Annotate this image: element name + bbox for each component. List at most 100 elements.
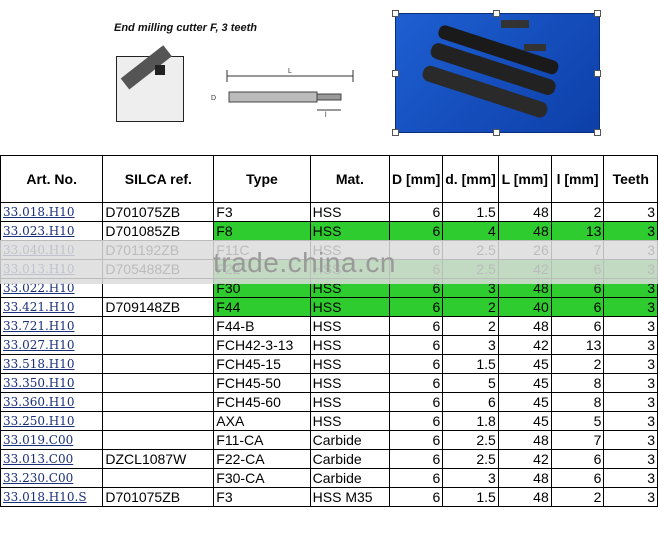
table-row[interactable]: 33.721.H10 F44-B HSS 6 2 48 6 3 [0, 316, 658, 336]
cell-D[interactable]: 6 [389, 487, 444, 507]
cell-mat[interactable]: HSS M35 [309, 487, 391, 507]
cell-art[interactable]: 33.027.H10 [0, 335, 104, 355]
cell-d[interactable]: 1.5 [442, 354, 499, 374]
cell-art[interactable]: 33.360.H10 [0, 392, 104, 412]
cell-L[interactable]: 48 [497, 316, 552, 336]
cell-silca[interactable] [102, 335, 215, 355]
cell-mat[interactable]: Carbide [309, 449, 391, 469]
cell-silca[interactable]: D701075ZB [102, 487, 215, 507]
cell-art[interactable]: 33.230.C00 [0, 468, 104, 488]
cell-D[interactable]: 6 [389, 411, 444, 431]
cell-silca[interactable]: D701075ZB [102, 202, 215, 222]
cell-silca[interactable] [102, 468, 215, 488]
cell-mat[interactable]: Carbide [309, 430, 391, 450]
cell-teeth[interactable]: 3 [603, 449, 658, 469]
column-header[interactable]: SILCA ref. [102, 155, 215, 203]
cell-l[interactable]: 2 [550, 202, 605, 222]
cell-type[interactable]: F11-CA [213, 430, 311, 450]
cell-l[interactable]: 6 [550, 449, 605, 469]
cell-type[interactable]: F44 [213, 297, 311, 317]
cell-teeth[interactable]: 3 [603, 468, 658, 488]
column-header[interactable]: l [mm] [550, 155, 605, 203]
cell-d[interactable]: 3 [442, 468, 499, 488]
cell-l[interactable]: 6 [550, 468, 605, 488]
cell-art[interactable]: 33.019.C00 [0, 430, 104, 450]
cell-silca[interactable] [102, 411, 215, 431]
resize-handle[interactable] [594, 10, 601, 17]
cell-l[interactable]: 8 [550, 392, 605, 412]
cell-L[interactable]: 48 [497, 221, 552, 241]
cell-silca[interactable]: D701085ZB [102, 221, 215, 241]
cell-type[interactable]: F8 [213, 221, 311, 241]
resize-handle[interactable] [594, 129, 601, 136]
cell-D[interactable]: 6 [389, 316, 444, 336]
cell-type[interactable]: FCH45-60 [213, 392, 311, 412]
cell-type[interactable]: F44-B [213, 316, 311, 336]
column-header[interactable]: d. [mm] [442, 155, 499, 203]
cell-l[interactable]: 5 [550, 411, 605, 431]
cell-type[interactable]: F3 [213, 202, 311, 222]
cell-art[interactable]: 33.721.H10 [0, 316, 104, 336]
cell-l[interactable]: 2 [550, 487, 605, 507]
cell-D[interactable]: 6 [389, 449, 444, 469]
cell-teeth[interactable]: 3 [603, 354, 658, 374]
cell-d[interactable]: 5 [442, 373, 499, 393]
cell-art[interactable]: 33.018.H10 [0, 202, 104, 222]
cell-art[interactable]: 33.018.H10.S [0, 487, 104, 507]
cell-l[interactable]: 6 [550, 316, 605, 336]
cell-l[interactable]: 6 [550, 297, 605, 317]
cell-L[interactable]: 48 [497, 430, 552, 450]
cell-teeth[interactable]: 3 [603, 373, 658, 393]
table-row[interactable]: 33.013.C00 DZCL1087W F22-CA Carbide 6 2.5 42 6 3 [0, 449, 658, 469]
cell-mat[interactable]: HSS [309, 354, 391, 374]
cell-d[interactable]: 3 [442, 335, 499, 355]
cell-mat[interactable]: HSS [309, 335, 391, 355]
cell-d[interactable]: 2.5 [442, 449, 499, 469]
cell-art[interactable]: 33.013.C00 [0, 449, 104, 469]
cell-mat[interactable]: HSS [309, 373, 391, 393]
column-header[interactable]: Art. No. [0, 155, 104, 203]
table-row[interactable]: 33.018.H10.S D701075ZB F3 HSS M35 6 1.5 48 2 3 [0, 487, 658, 507]
column-header[interactable]: Type [213, 155, 311, 203]
table-row[interactable]: 33.250.H10 AXA HSS 6 1.8 45 5 3 [0, 411, 658, 431]
cell-l[interactable]: 8 [550, 373, 605, 393]
cell-mat[interactable]: HSS [309, 202, 391, 222]
cell-d[interactable]: 2 [442, 316, 499, 336]
cell-L[interactable]: 40 [497, 297, 552, 317]
table-row[interactable]: 33.019.C00 F11-CA Carbide 6 2.5 48 7 3 [0, 430, 658, 450]
cell-L[interactable]: 48 [497, 468, 552, 488]
cell-d[interactable]: 2.5 [442, 430, 499, 450]
cell-type[interactable]: FCH45-50 [213, 373, 311, 393]
cell-D[interactable]: 6 [389, 392, 444, 412]
cell-l[interactable]: 2 [550, 354, 605, 374]
cell-teeth[interactable]: 3 [603, 297, 658, 317]
cell-art[interactable]: 33.250.H10 [0, 411, 104, 431]
cell-teeth[interactable]: 3 [603, 487, 658, 507]
cell-D[interactable]: 6 [389, 373, 444, 393]
resize-handle[interactable] [594, 70, 601, 77]
table-row[interactable]: 33.023.H10 D701085ZB F8 HSS 6 4 48 13 3 [0, 221, 658, 241]
cell-L[interactable]: 45 [497, 392, 552, 412]
table-row[interactable]: 33.518.H10 FCH45-15 HSS 6 1.5 45 2 3 [0, 354, 658, 374]
cell-l[interactable]: 13 [550, 221, 605, 241]
cell-d[interactable]: 4 [442, 221, 499, 241]
cell-mat[interactable]: HSS [309, 411, 391, 431]
table-row[interactable]: 33.421.H10 D709148ZB F44 HSS 6 2 40 6 3 [0, 297, 658, 317]
cell-L[interactable]: 42 [497, 335, 552, 355]
cell-d[interactable]: 6 [442, 392, 499, 412]
resize-handle[interactable] [493, 129, 500, 136]
cell-type[interactable]: AXA [213, 411, 311, 431]
cell-teeth[interactable]: 3 [603, 316, 658, 336]
cell-L[interactable]: 45 [497, 373, 552, 393]
cell-teeth[interactable]: 3 [603, 202, 658, 222]
cell-D[interactable]: 6 [389, 430, 444, 450]
cell-silca[interactable] [102, 430, 215, 450]
resize-handle[interactable] [392, 129, 399, 136]
cell-L[interactable]: 48 [497, 202, 552, 222]
cell-mat[interactable]: HSS [309, 297, 391, 317]
cell-art[interactable]: 33.518.H10 [0, 354, 104, 374]
cell-teeth[interactable]: 3 [603, 411, 658, 431]
cell-silca[interactable] [102, 354, 215, 374]
column-header[interactable]: Teeth [603, 155, 658, 203]
cell-art[interactable]: 33.023.H10 [0, 221, 104, 241]
